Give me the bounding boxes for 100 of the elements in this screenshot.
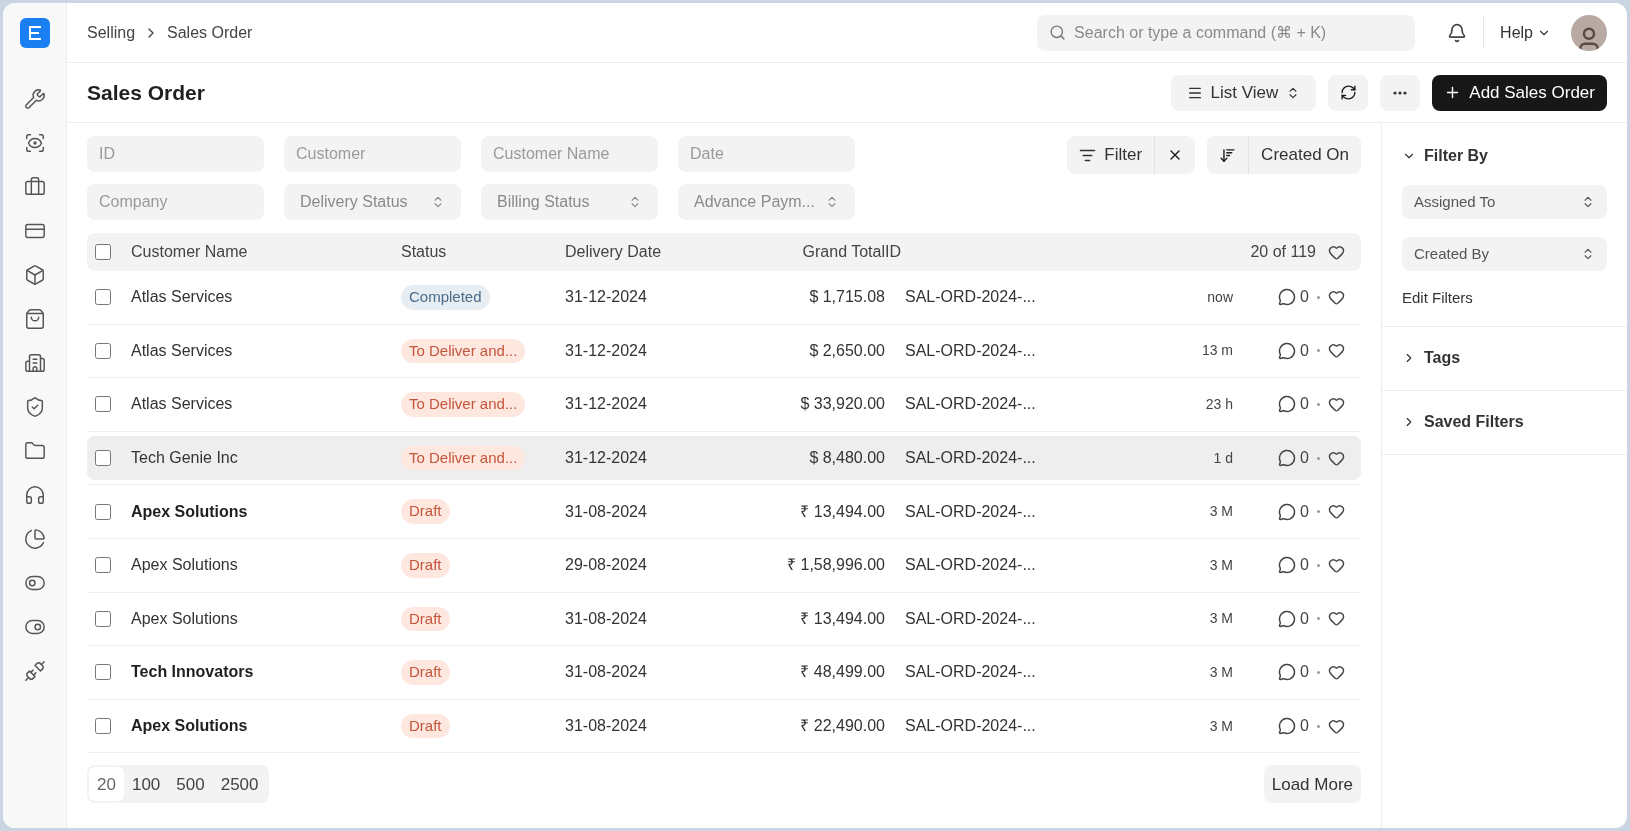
building-icon[interactable] <box>23 352 46 374</box>
heart-icon[interactable] <box>1328 243 1345 261</box>
table-cell-text: 31-12-2024 <box>565 340 648 361</box>
comment-icon[interactable] <box>1278 717 1297 736</box>
column-header: Delivery Date <box>565 242 663 262</box>
breadcrumb-link[interactable]: Sales Order <box>167 20 253 45</box>
filter-field[interactable]: Company <box>87 184 264 220</box>
table-cell-text: $ 8,480.00 <box>808 448 885 469</box>
page-size-option[interactable]: 20 <box>89 767 124 802</box>
select-all-checkbox[interactable] <box>95 244 111 260</box>
table-cell-text: 31-08-2024 <box>565 501 648 522</box>
heart-icon[interactable] <box>1328 288 1345 306</box>
heart-icon[interactable] <box>1328 503 1345 521</box>
customer-name[interactable]: Apex Solutions <box>131 553 401 578</box>
heart-icon[interactable] <box>1328 449 1345 467</box>
headset-icon[interactable] <box>23 484 46 506</box>
customer-name[interactable]: Atlas Services <box>131 338 401 363</box>
timestamp: 3 M <box>1208 502 1233 522</box>
edit-filters-link[interactable]: Edit Filters <box>1402 287 1607 310</box>
heart-icon[interactable] <box>1328 396 1345 413</box>
customer-name[interactable]: Apex Solutions <box>131 499 401 524</box>
section-toggle[interactable]: Tags <box>1402 346 1461 370</box>
customer-name[interactable]: Tech Genie Inc <box>131 446 401 471</box>
table-cell-text: ₹ 13,494.00 <box>799 501 885 522</box>
comment-count: 0 <box>1300 662 1309 683</box>
timestamp: 3 M <box>1208 662 1233 682</box>
customer-name[interactable]: Atlas Services <box>131 392 401 417</box>
select-field[interactable]: Created By <box>1402 237 1607 271</box>
refresh-button[interactable] <box>1328 74 1369 111</box>
comment-icon[interactable] <box>1278 609 1297 628</box>
section-toggle[interactable]: Filter By <box>1402 144 1488 168</box>
eye-icon[interactable] <box>23 132 46 154</box>
comment-icon[interactable] <box>1278 449 1297 468</box>
comment-icon[interactable] <box>1278 341 1297 360</box>
comment-icon[interactable] <box>1278 502 1297 521</box>
row-checkbox[interactable] <box>95 450 111 467</box>
comment-count: 0 <box>1300 555 1309 576</box>
row-checkbox[interactable] <box>95 396 111 413</box>
customer-name[interactable]: Apex Solutions <box>131 714 401 739</box>
search-input[interactable]: Search or type a command (⌘ + K) <box>1074 20 1404 45</box>
briefcase-icon[interactable] <box>23 176 46 198</box>
notification-icon[interactable] <box>1447 22 1468 43</box>
record-count: 20 of 119 <box>1250 242 1316 262</box>
load-more-button[interactable]: Load More <box>1263 765 1361 804</box>
table-cell-text: ₹ 13,494.00 <box>799 608 885 629</box>
folder-icon[interactable] <box>23 440 46 462</box>
heart-icon[interactable] <box>1328 663 1345 681</box>
row-checkbox[interactable] <box>95 610 111 627</box>
customer-name[interactable]: Apex Solutions <box>131 606 401 631</box>
box-icon[interactable] <box>23 264 46 286</box>
page-size-option[interactable]: 2500 <box>212 767 267 802</box>
page-title: Sales Order <box>87 79 205 106</box>
section-toggle[interactable]: Saved Filters <box>1402 410 1524 434</box>
filter-field[interactable]: ID <box>87 136 264 172</box>
status-badge: Draft <box>401 660 450 685</box>
filter-field[interactable]: Date <box>678 136 855 172</box>
view-select[interactable]: List View <box>1170 74 1317 111</box>
breadcrumb-link[interactable]: Selling <box>87 20 136 45</box>
row-checkbox[interactable] <box>95 503 111 520</box>
help-menu[interactable]: Help <box>1500 20 1551 45</box>
heart-icon[interactable] <box>1328 342 1345 360</box>
status-badge: To Deliver and... <box>401 445 526 471</box>
customer-name[interactable]: Atlas Services <box>131 285 401 310</box>
avatar[interactable] <box>1571 14 1607 51</box>
timestamp: 3 M <box>1208 609 1233 629</box>
page-size-option[interactable]: 100 <box>123 767 169 802</box>
comment-count: 0 <box>1300 448 1309 469</box>
comment-icon[interactable] <box>1278 663 1297 682</box>
table-row[interactable]: Tech Genie Inc To Deliver and... 31-12-2024 $ 8,480.00 SAL-ORD-2024-... 1 d 0 <box>87 436 1361 481</box>
row-checkbox[interactable] <box>95 664 111 681</box>
table-cell-text: $ 1,715.08 <box>808 287 885 308</box>
filter-field[interactable]: Customer <box>284 136 461 172</box>
row-checkbox[interactable] <box>95 557 111 574</box>
table-cell-text: ₹ 1,58,996.00 <box>786 555 885 576</box>
comment-icon[interactable] <box>1278 556 1297 575</box>
customer-name[interactable]: Tech Innovators <box>131 660 401 685</box>
heart-icon[interactable] <box>1328 717 1345 735</box>
table-cell-text: ₹ 48,499.00 <box>799 662 885 683</box>
pie-chart-icon[interactable] <box>23 528 46 550</box>
row-checkbox[interactable] <box>95 289 111 306</box>
heart-icon[interactable] <box>1328 556 1345 574</box>
column-header: Status <box>401 242 448 262</box>
tools-icon[interactable] <box>23 88 46 110</box>
search-field[interactable]: Search or type a command (⌘ + K) <box>1037 14 1416 51</box>
filter-field[interactable]: Customer Name <box>481 136 658 172</box>
heart-icon[interactable] <box>1328 610 1345 628</box>
status-badge: To Deliver and... <box>401 338 526 364</box>
page-size-option[interactable]: 500 <box>168 767 213 802</box>
row-checkbox[interactable] <box>95 718 111 735</box>
bag-icon[interactable] <box>23 308 46 330</box>
app-logo[interactable] <box>19 18 50 48</box>
row-checkbox[interactable] <box>95 342 111 359</box>
column-header: ID <box>885 242 902 262</box>
plug-icon[interactable] <box>23 660 46 682</box>
add-button[interactable]: Add Sales Order <box>1432 74 1607 111</box>
comment-icon[interactable] <box>1278 288 1297 307</box>
select-field[interactable]: Assigned To <box>1402 185 1607 219</box>
comment-icon[interactable] <box>1278 395 1297 414</box>
table-cell-text: $ 2,650.00 <box>808 340 885 361</box>
table-cell-text: SAL-ORD-2024-... <box>904 394 1037 415</box>
